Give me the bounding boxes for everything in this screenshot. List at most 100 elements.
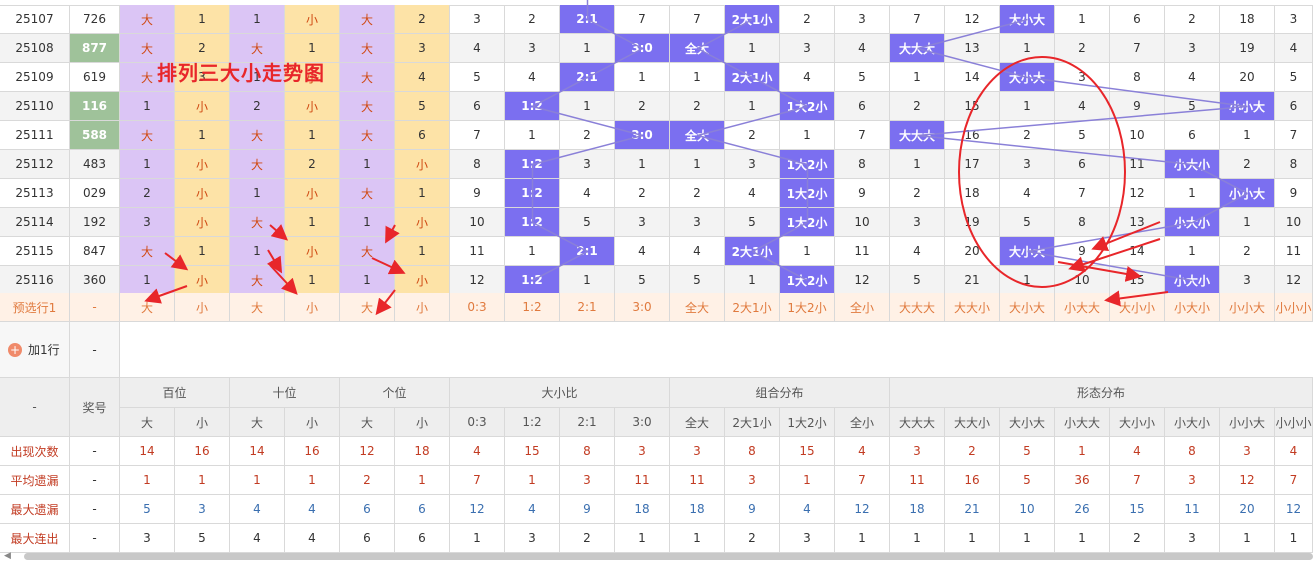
pattern-cell: 9: [1275, 179, 1313, 208]
predict-option-cell[interactable]: 大小小: [1110, 293, 1165, 322]
header-subcolumn: 小: [285, 408, 340, 437]
stats-row-dash: -: [70, 524, 120, 553]
pattern-cell: 10: [1055, 266, 1110, 295]
ratio-cell: 1:2: [505, 266, 560, 295]
combo-cell: 7: [835, 121, 890, 150]
combo-cell: 5: [725, 208, 780, 237]
ratio-cell: 6: [450, 92, 505, 121]
predict-option-cell[interactable]: 大大小: [945, 293, 1000, 322]
pattern-cell: 6: [1110, 5, 1165, 34]
stats-value-cell: 3: [890, 437, 945, 466]
predict-option-cell[interactable]: 大: [340, 293, 395, 322]
ratio-cell: 3: [505, 34, 560, 63]
digit-bigsmall-cell: 1: [230, 179, 285, 208]
predict-option-cell[interactable]: 全小: [835, 293, 890, 322]
pattern-cell: 18: [945, 179, 1000, 208]
predict-option-cell[interactable]: 小: [175, 293, 230, 322]
pattern-cell: 7: [1110, 34, 1165, 63]
prize-number-cell: 360: [70, 266, 120, 295]
predict-option-cell[interactable]: 小: [285, 293, 340, 322]
header-prize-number: 奖号: [70, 378, 120, 437]
stats-value-cell: 2: [340, 466, 395, 495]
pattern-cell: 4: [1275, 34, 1313, 63]
predict-option-cell[interactable]: 小大大: [1055, 293, 1110, 322]
combo-cell: 2: [670, 92, 725, 121]
predict-option-cell[interactable]: 大: [230, 293, 285, 322]
digit-bigsmall-cell: 小: [395, 266, 450, 295]
predict-option-cell[interactable]: 小小小: [1275, 293, 1313, 322]
pattern-cell: 14: [945, 63, 1000, 92]
header-group: 组合分布: [670, 378, 890, 408]
predict-option-cell[interactable]: 0:3: [450, 293, 505, 322]
pattern-cell: 10: [1110, 121, 1165, 150]
stats-value-cell: 1: [945, 524, 1000, 553]
pattern-cell: 1: [1000, 92, 1055, 121]
prize-number-cell: 619: [70, 63, 120, 92]
digit-bigsmall-cell: 1: [120, 92, 175, 121]
stats-value-cell: 18: [615, 495, 670, 524]
pattern-cell: 3: [1055, 63, 1110, 92]
ratio-cell: 7: [615, 5, 670, 34]
ratio-cell: 2: [505, 5, 560, 34]
add-row-button[interactable]: + 加1行: [0, 322, 70, 378]
predict-option-cell[interactable]: 全大: [670, 293, 725, 322]
ratio-cell: 1: [615, 150, 670, 179]
stats-value-cell: 2: [725, 524, 780, 553]
stats-value-cell: 16: [175, 437, 230, 466]
stats-value-cell: 1: [1275, 524, 1313, 553]
stats-value-cell: 26: [1055, 495, 1110, 524]
digit-bigsmall-cell: 小: [175, 150, 230, 179]
pattern-cell: 1: [1000, 34, 1055, 63]
stats-value-cell: 4: [285, 495, 340, 524]
combo-cell: 8: [835, 150, 890, 179]
pattern-cell: 6: [1275, 92, 1313, 121]
combo-cell: 4: [835, 34, 890, 63]
predict-option-cell[interactable]: 小大小: [1165, 293, 1220, 322]
digit-bigsmall-cell: 小: [175, 208, 230, 237]
horizontal-scrollbar[interactable]: [24, 553, 1313, 560]
header-subcolumn: 大大大: [890, 408, 945, 437]
stats-value-cell: 1: [395, 466, 450, 495]
digit-bigsmall-cell: 1: [395, 179, 450, 208]
stats-row-label: 最大连出: [0, 524, 70, 553]
pattern-cell: 12: [945, 5, 1000, 34]
stats-value-cell: 1: [615, 524, 670, 553]
predict-option-cell[interactable]: 2:1: [560, 293, 615, 322]
predict-option-cell[interactable]: 小: [395, 293, 450, 322]
header-subcolumn: 全大: [670, 408, 725, 437]
pattern-cell: 7: [1055, 179, 1110, 208]
combo-cell: 3: [835, 5, 890, 34]
stats-value-cell: 8: [1165, 437, 1220, 466]
prize-number-cell: 847: [70, 237, 120, 266]
header-subcolumn: 全小: [835, 408, 890, 437]
stats-value-cell: 3: [1165, 466, 1220, 495]
header-subcolumn: 2大1小: [725, 408, 780, 437]
combo-cell: 11: [835, 237, 890, 266]
stats-value-cell: 3: [725, 466, 780, 495]
stats-value-cell: 36: [1055, 466, 1110, 495]
stats-value-cell: 6: [395, 495, 450, 524]
stats-value-cell: 10: [1000, 495, 1055, 524]
stats-value-cell: 9: [560, 495, 615, 524]
predict-option-cell[interactable]: 大: [120, 293, 175, 322]
stats-value-cell: 15: [780, 437, 835, 466]
stats-value-cell: 21: [945, 495, 1000, 524]
digit-bigsmall-cell: 1: [285, 121, 340, 150]
combo-cell: 4: [780, 63, 835, 92]
ratio-cell: 12: [450, 266, 505, 295]
predict-option-cell[interactable]: 1大2小: [780, 293, 835, 322]
digit-bigsmall-cell: 大: [120, 5, 175, 34]
combo-cell: 3: [670, 208, 725, 237]
stats-value-cell: 1: [780, 466, 835, 495]
predict-option-cell[interactable]: 2大1小: [725, 293, 780, 322]
digit-bigsmall-cell: 1: [340, 150, 395, 179]
predict-option-cell[interactable]: 大小大: [1000, 293, 1055, 322]
combo-cell: 6: [835, 92, 890, 121]
ratio-cell: 2: [615, 92, 670, 121]
predict-option-cell[interactable]: 小小大: [1220, 293, 1275, 322]
predict-option-cell[interactable]: 3:0: [615, 293, 670, 322]
predict-option-cell[interactable]: 1:2: [505, 293, 560, 322]
combo-cell: 2: [780, 5, 835, 34]
predict-option-cell[interactable]: 大大大: [890, 293, 945, 322]
combo-cell: 1大2小: [780, 208, 835, 237]
